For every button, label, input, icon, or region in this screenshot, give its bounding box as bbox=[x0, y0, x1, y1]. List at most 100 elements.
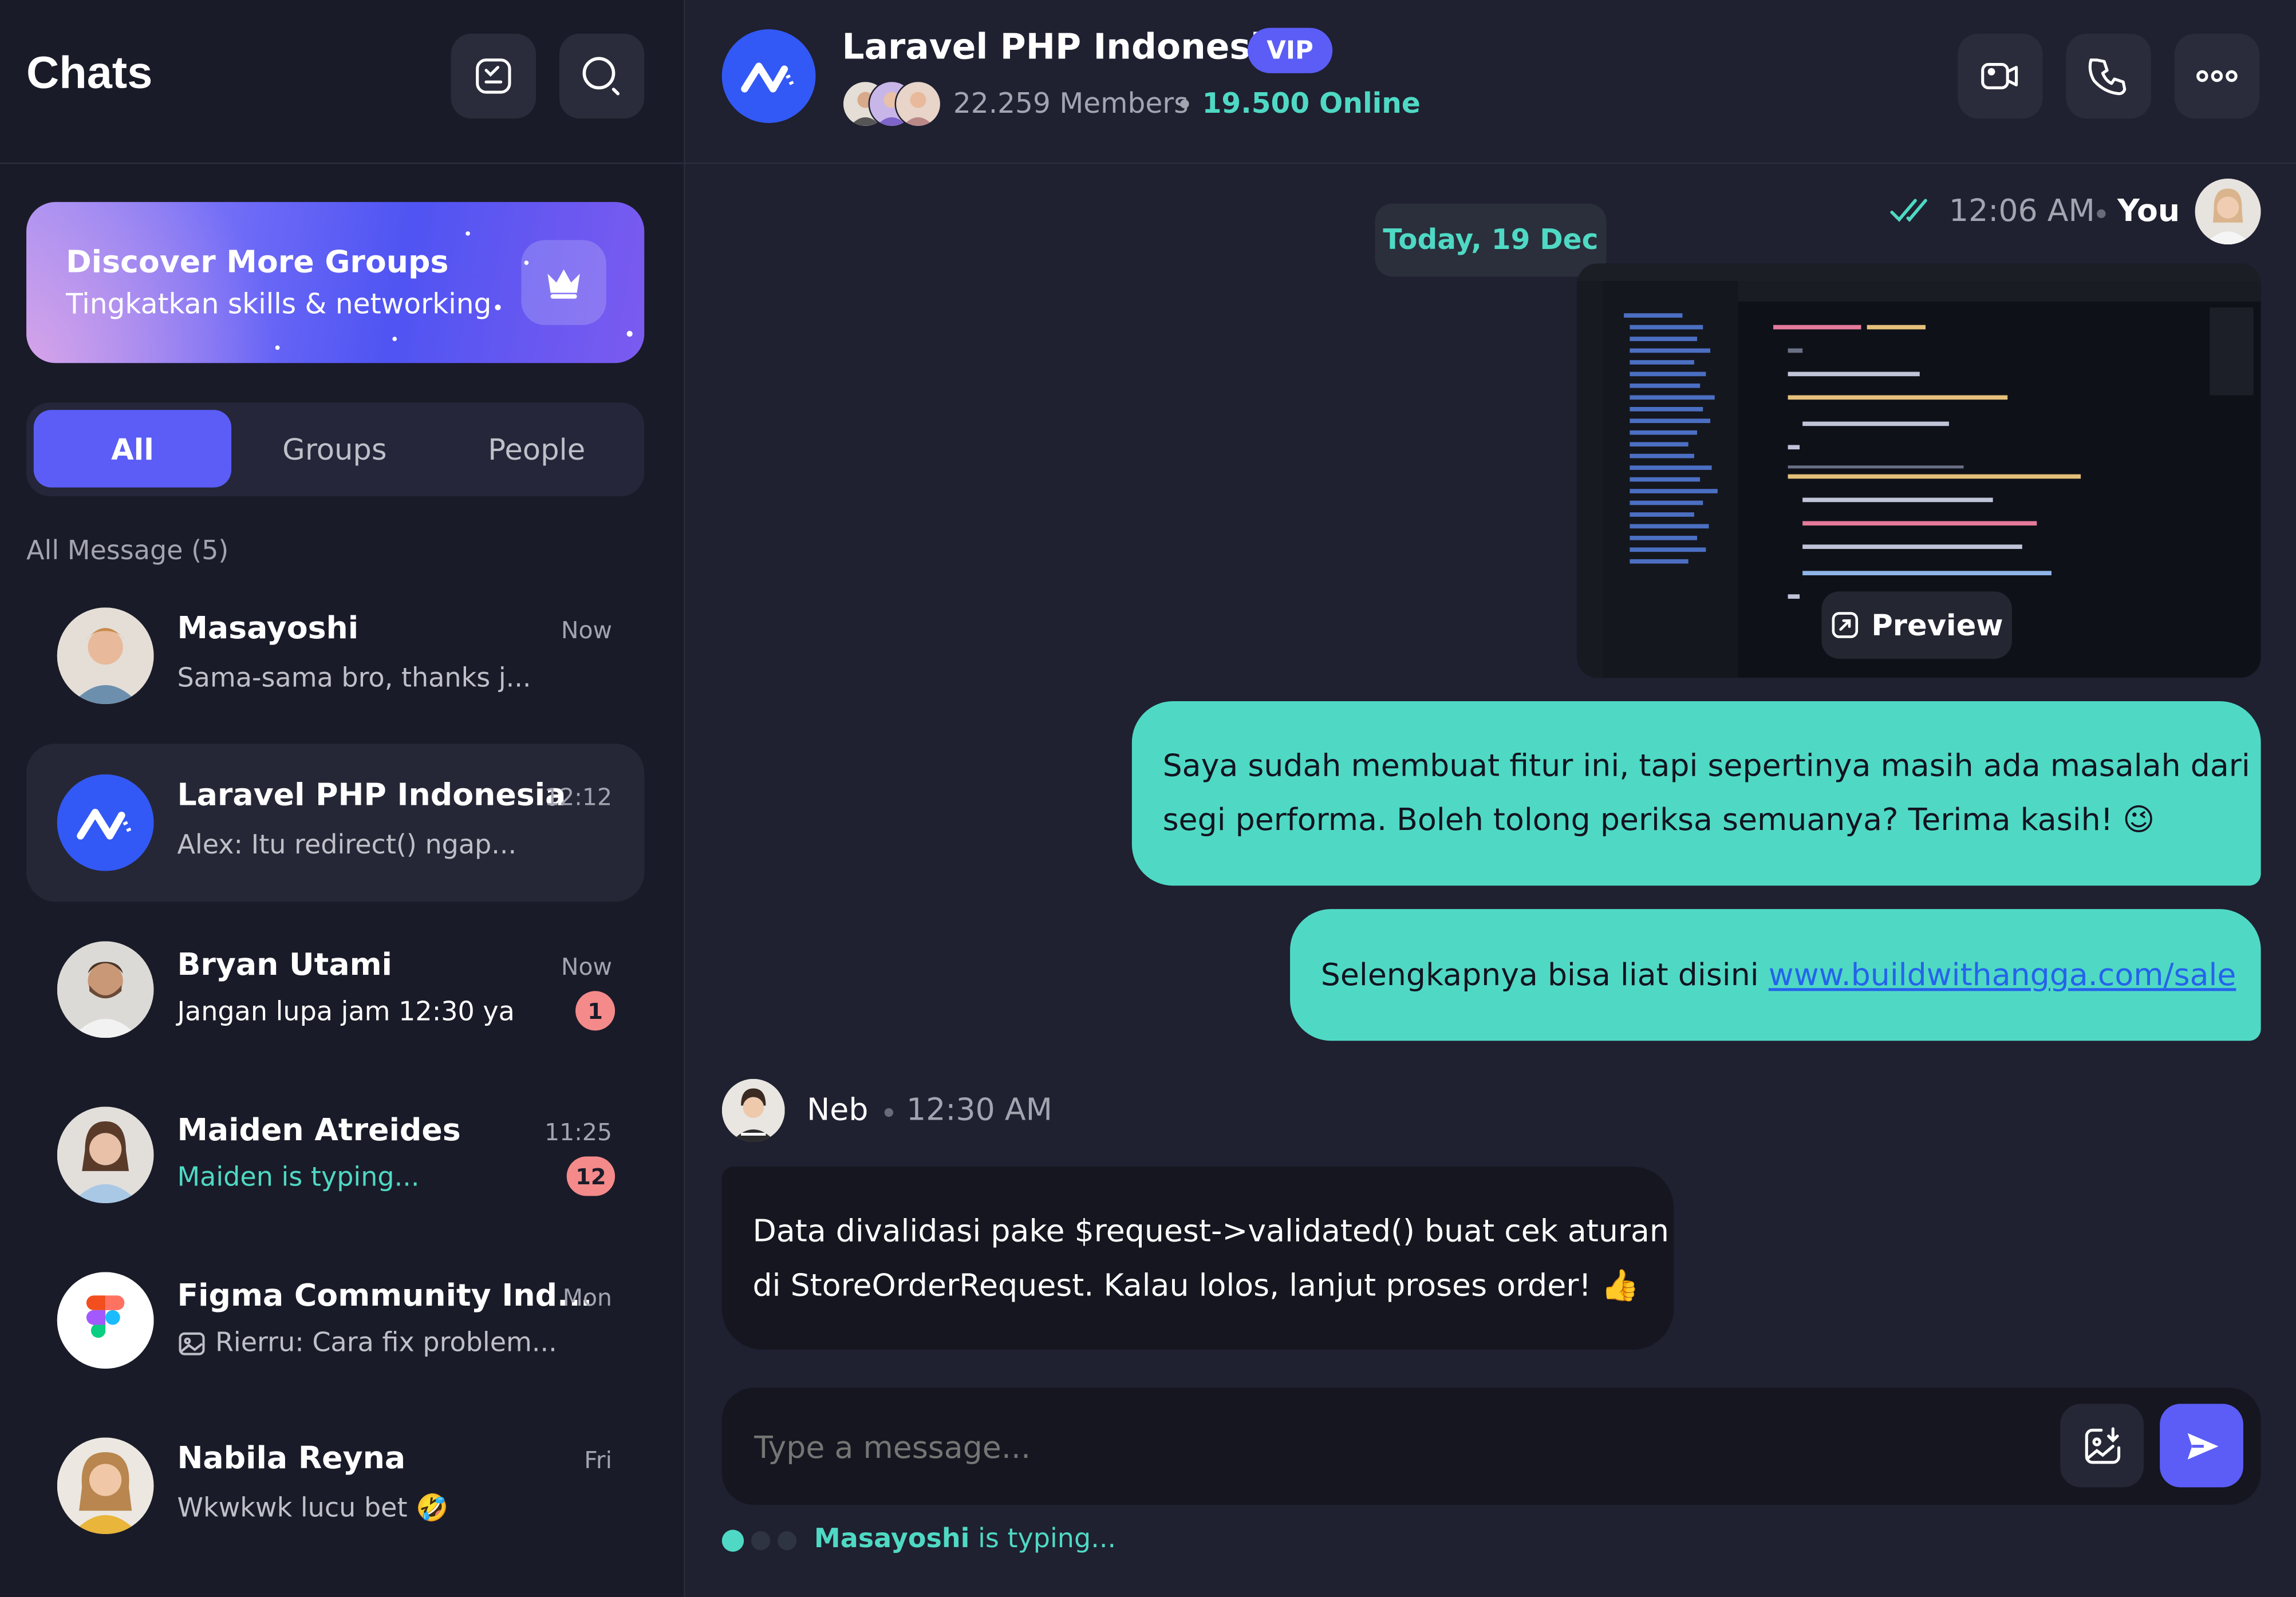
chat-item-masayoshi[interactable]: Masayoshi Now Sama-sama bro, thanks j... bbox=[26, 577, 644, 735]
chat-item-maiden[interactable]: Maiden Atreides 11:25 Maiden is typing..… bbox=[26, 1076, 644, 1234]
shared-code-screenshot[interactable]: Preview bbox=[1577, 263, 2261, 678]
chat-item-figma[interactable]: Figma Community Ind... Mon Rierru: Cara … bbox=[26, 1242, 644, 1400]
chat-preview: Jangan lupa jam 12:30 ya bbox=[177, 997, 515, 1028]
read-receipt-icon bbox=[1890, 199, 1927, 222]
avatar bbox=[57, 607, 154, 705]
typing-dot bbox=[721, 1529, 744, 1552]
chat-time: 12:12 bbox=[545, 783, 612, 811]
chat-filter-tabs: All Groups People bbox=[26, 402, 645, 496]
online-count: 19.500 Online bbox=[1202, 88, 1421, 120]
more-icon bbox=[2196, 70, 2238, 82]
typing-preview: Maiden is typing... bbox=[177, 1162, 420, 1193]
date-label: Today, 19 Dec bbox=[1383, 224, 1599, 256]
video-call-icon bbox=[1981, 62, 2018, 90]
message-text-line: Saya sudah membuat fitur ini, tapi seper… bbox=[1162, 748, 2250, 784]
compose-icon bbox=[476, 58, 511, 94]
tab-all-label: All bbox=[111, 431, 154, 467]
tab-people[interactable]: People bbox=[436, 410, 637, 488]
chat-preview: Sama-sama bro, thanks j... bbox=[177, 663, 531, 694]
my-message-time: 12:06 AM bbox=[1948, 193, 2095, 228]
vip-label: VIP bbox=[1267, 35, 1313, 65]
chat-item-bryan[interactable]: Bryan Utami Now Jangan lupa jam 12:30 ya… bbox=[26, 911, 644, 1069]
typing-indicator: Masayoshi is typing... bbox=[721, 1524, 1308, 1559]
chat-time: Fri bbox=[584, 1446, 612, 1475]
chat-time: 11:25 bbox=[545, 1118, 612, 1147]
message-composer bbox=[721, 1388, 2261, 1505]
avatar bbox=[57, 774, 154, 871]
phone-icon bbox=[2088, 58, 2127, 96]
chat-time: Now bbox=[561, 952, 612, 981]
unread-badge: 1 bbox=[575, 991, 616, 1031]
avatar bbox=[57, 1272, 154, 1369]
avatar bbox=[57, 1106, 154, 1204]
video-call-button[interactable] bbox=[1958, 33, 2043, 119]
chat-name: Laravel PHP Indonesia bbox=[177, 777, 566, 813]
typing-text: is typing... bbox=[978, 1524, 1117, 1555]
chat-time: Mon bbox=[562, 1283, 612, 1312]
message-input[interactable] bbox=[751, 1414, 2017, 1482]
chat-time: Now bbox=[561, 616, 612, 645]
tab-people-label: People bbox=[488, 431, 586, 467]
message-text-line: segi performa. Boleh tolong periksa semu… bbox=[1162, 802, 2155, 837]
preview-button[interactable]: Preview bbox=[1821, 591, 2012, 659]
header-divider bbox=[0, 162, 2296, 164]
group-name: Laravel PHP Indonesia bbox=[842, 26, 1287, 68]
phone-call-button[interactable] bbox=[2066, 33, 2151, 119]
attach-image-button[interactable] bbox=[2060, 1404, 2144, 1488]
my-avatar bbox=[2195, 179, 2261, 245]
sidebar: Chats Discover More Groups Tingkatkan sk… bbox=[0, 0, 685, 1597]
neb-message-bubble: Data divalidasi pake $request->validated… bbox=[721, 1167, 1674, 1350]
tab-all[interactable]: All bbox=[33, 410, 232, 488]
my-sender-label: You bbox=[2117, 193, 2180, 228]
chat-app: Chats Discover More Groups Tingkatkan sk… bbox=[0, 0, 2296, 1597]
send-button[interactable] bbox=[2160, 1404, 2243, 1488]
message-text-line: di StoreOrderRequest. Kalau lolos, lanju… bbox=[752, 1267, 1639, 1303]
banner-subtitle: Tingkatkan skills & networking bbox=[66, 288, 492, 321]
chat-name: Masayoshi bbox=[177, 610, 359, 646]
preview-label: Preview bbox=[1871, 607, 2003, 643]
neb-avatar bbox=[721, 1078, 785, 1142]
send-icon bbox=[2187, 1432, 2218, 1459]
chat-preview: Rierru: Cara fix problem... bbox=[215, 1327, 557, 1359]
sale-link[interactable]: www.buildwithangga.com/sale bbox=[1769, 958, 2236, 993]
search-button[interactable] bbox=[559, 33, 645, 119]
vip-badge: VIP bbox=[1247, 27, 1333, 73]
chat-preview: Wkwkwk lucu bet 🤣 bbox=[177, 1493, 449, 1524]
chat-name: Maiden Atreides bbox=[177, 1112, 461, 1148]
avatar bbox=[57, 1437, 154, 1535]
section-label: All Message (5) bbox=[26, 536, 229, 567]
crown-icon bbox=[547, 269, 580, 299]
typing-dot bbox=[751, 1531, 771, 1551]
unread-badge: 12 bbox=[566, 1156, 616, 1196]
tab-groups-label: Groups bbox=[282, 431, 387, 467]
member-count: 22.259 Members bbox=[953, 88, 1189, 120]
chat-name: Figma Community Ind... bbox=[177, 1278, 593, 1313]
typing-user-name: Masayoshi bbox=[814, 1524, 970, 1555]
image-icon bbox=[179, 1332, 205, 1355]
group-avatar[interactable] bbox=[721, 29, 816, 123]
neb-sender-name: Neb bbox=[807, 1092, 869, 1128]
chat-item-laravel[interactable]: Laravel PHP Indonesia 12:12 Alex: Itu re… bbox=[26, 744, 645, 902]
date-separator: Today, 19 Dec bbox=[1375, 203, 1607, 277]
neb-message-time: 12:30 AM bbox=[906, 1092, 1052, 1128]
new-chat-button[interactable] bbox=[451, 33, 536, 119]
message-text-line: Data divalidasi pake $request->validated… bbox=[752, 1213, 1669, 1249]
my-message-bubble: Selengkapnya bisa liat disini www.buildw… bbox=[1290, 909, 2261, 1041]
message-text: Selengkapnya bisa liat disini bbox=[1320, 957, 1769, 993]
laravel-group-logo-icon bbox=[721, 29, 816, 123]
more-options-button[interactable] bbox=[2174, 33, 2260, 119]
tab-groups[interactable]: Groups bbox=[234, 410, 435, 488]
chat-preview: Alex: Itu redirect() ngap... bbox=[177, 830, 517, 861]
avatar bbox=[57, 941, 154, 1038]
figma-logo-icon bbox=[57, 1272, 154, 1369]
image-upload-icon bbox=[2084, 1426, 2120, 1464]
chat-name: Bryan Utami bbox=[177, 947, 392, 983]
search-icon bbox=[582, 57, 620, 96]
chat-item-nabila[interactable]: Nabila Reyna Fri Wkwkwk lucu bet 🤣 bbox=[26, 1407, 644, 1565]
my-message-bubble: Saya sudah membuat fitur ini, tapi seper… bbox=[1131, 701, 2261, 886]
discover-groups-banner[interactable]: Discover More Groups Tingkatkan skills &… bbox=[26, 201, 645, 363]
sidebar-title: Chats bbox=[26, 46, 153, 98]
member-avatars bbox=[842, 80, 945, 128]
chat-name: Nabila Reyna bbox=[177, 1440, 406, 1476]
conversation-panel: Laravel PHP Indonesia VIP 22.259 Members… bbox=[685, 0, 2296, 1597]
